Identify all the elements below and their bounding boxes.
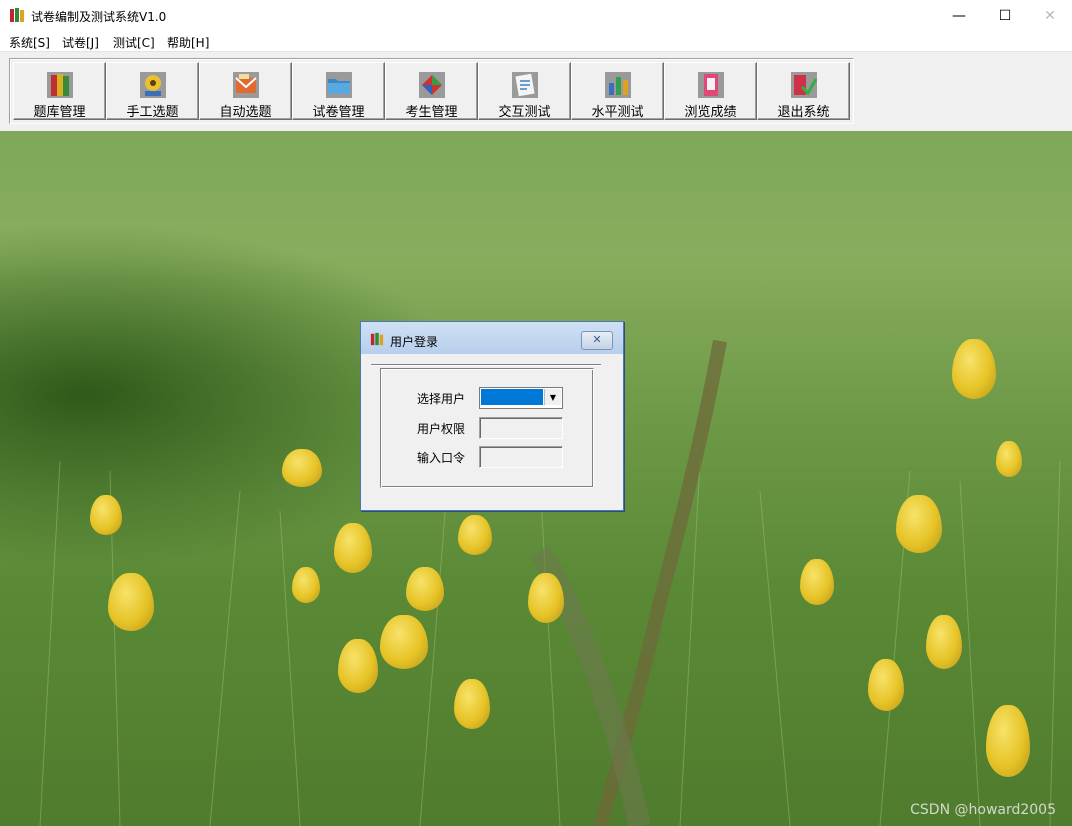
flower-decoration bbox=[458, 515, 492, 555]
flower-decoration bbox=[108, 573, 154, 631]
toolbar-button-paper-manage[interactable]: 试卷管理 bbox=[292, 62, 385, 120]
toolbar-label: 试卷管理 bbox=[312, 105, 365, 120]
flower-decoration bbox=[454, 679, 490, 729]
toolbar-label: 自动选题 bbox=[219, 105, 272, 120]
menu-system[interactable]: 系统[S] bbox=[9, 34, 50, 51]
flower-decoration bbox=[800, 559, 834, 605]
toolbar-label: 浏览成绩 bbox=[684, 105, 737, 120]
flower-decoration bbox=[292, 567, 320, 603]
toolbar-button-exit-system[interactable]: 退出系统 bbox=[757, 62, 850, 120]
toolbar-label: 水平测试 bbox=[591, 105, 644, 120]
flower-decoration bbox=[868, 659, 904, 711]
title-bar: 试卷编制及测试系统V1.0 — ☐ ✕ bbox=[0, 0, 1072, 31]
toolbar-area: 题库管理 手工选题 自动选题 试卷管理 考生管理 交互测试 水平测试 浏览成绩 … bbox=[0, 52, 1072, 132]
flower-decoration bbox=[926, 615, 962, 669]
dialog-title-bar[interactable]: 用户登录 ✕ bbox=[361, 322, 623, 354]
toolbar-button-level-test[interactable]: 水平测试 bbox=[571, 62, 664, 120]
password-field[interactable] bbox=[479, 446, 563, 468]
app-icon bbox=[370, 332, 384, 346]
dialog-title: 用户登录 bbox=[390, 335, 439, 349]
flower-decoration bbox=[380, 615, 428, 669]
password-label: 输入口令 bbox=[417, 451, 466, 465]
user-permission-field bbox=[479, 417, 563, 439]
close-icon: ✕ bbox=[592, 333, 602, 346]
toolbar-button-interactive-test[interactable]: 交互测试 bbox=[478, 62, 571, 120]
watermark: CSDN @howard2005 bbox=[910, 802, 1056, 818]
toolbar-button-student-manage[interactable]: 考生管理 bbox=[385, 62, 478, 120]
flower-decoration bbox=[338, 639, 378, 693]
flower-decoration bbox=[952, 339, 996, 399]
app-icon bbox=[10, 8, 24, 22]
maximize-button[interactable]: ☐ bbox=[982, 0, 1028, 31]
film-icon bbox=[140, 72, 166, 98]
menu-bar: 系统[S] 试卷[J] 测试[C] 帮助[H] bbox=[0, 31, 1072, 52]
close-button[interactable]: ✕ bbox=[1027, 0, 1072, 31]
toolbar-label: 题库管理 bbox=[33, 105, 86, 120]
toolbar-label: 退出系统 bbox=[777, 105, 830, 120]
flower-decoration bbox=[528, 573, 564, 623]
flower-decoration bbox=[986, 705, 1030, 777]
toolbar: 题库管理 手工选题 自动选题 试卷管理 考生管理 交互测试 水平测试 浏览成绩 … bbox=[9, 58, 854, 124]
menu-help[interactable]: 帮助[H] bbox=[167, 34, 209, 51]
people-icon bbox=[419, 72, 445, 98]
toolbar-label: 手工选题 bbox=[126, 105, 179, 120]
toolbar-button-auto-select[interactable]: 自动选题 bbox=[199, 62, 292, 120]
toolbar-button-browse-scores[interactable]: 浏览成绩 bbox=[664, 62, 757, 120]
toolbar-label: 考生管理 bbox=[405, 105, 458, 120]
flower-decoration bbox=[996, 441, 1022, 477]
user-select[interactable]: ▼ bbox=[479, 387, 563, 409]
maximize-icon: ☐ bbox=[998, 7, 1012, 24]
window-title: 试卷编制及测试系统V1.0 bbox=[31, 10, 167, 24]
toolbar-button-manual-select[interactable]: 手工选题 bbox=[106, 62, 199, 120]
user-select-value bbox=[481, 389, 543, 405]
minimize-button[interactable]: — bbox=[936, 0, 982, 31]
flower-decoration bbox=[90, 495, 122, 535]
toolbar-label: 交互测试 bbox=[498, 105, 551, 120]
user-permission-label: 用户权限 bbox=[417, 422, 466, 436]
menu-test[interactable]: 测试[C] bbox=[113, 34, 155, 51]
report-icon bbox=[698, 72, 724, 98]
exit-icon bbox=[791, 72, 818, 98]
document-icon bbox=[512, 72, 538, 98]
flower-decoration bbox=[896, 495, 942, 553]
menu-paper[interactable]: 试卷[J] bbox=[62, 34, 99, 51]
dropdown-arrow-icon[interactable]: ▼ bbox=[544, 389, 561, 405]
close-icon: ✕ bbox=[1044, 7, 1056, 24]
folder-icon bbox=[326, 72, 352, 98]
chart-icon bbox=[605, 72, 631, 98]
dialog-close-button[interactable]: ✕ bbox=[581, 331, 613, 350]
flower-decoration bbox=[334, 523, 372, 573]
mail-icon bbox=[233, 72, 259, 98]
toolbar-button-question-bank[interactable]: 题库管理 bbox=[13, 62, 106, 120]
login-dialog: 用户登录 ✕ 选择用户 ▼ 用户权限 输入口令 bbox=[360, 321, 624, 511]
book-icon bbox=[47, 72, 73, 98]
divider bbox=[371, 364, 601, 366]
login-group-box: 选择用户 ▼ 用户权限 输入口令 bbox=[380, 368, 594, 488]
minimize-icon: — bbox=[952, 7, 966, 24]
select-user-label: 选择用户 bbox=[417, 392, 466, 406]
flower-decoration bbox=[282, 449, 322, 487]
flower-decoration bbox=[406, 567, 444, 611]
